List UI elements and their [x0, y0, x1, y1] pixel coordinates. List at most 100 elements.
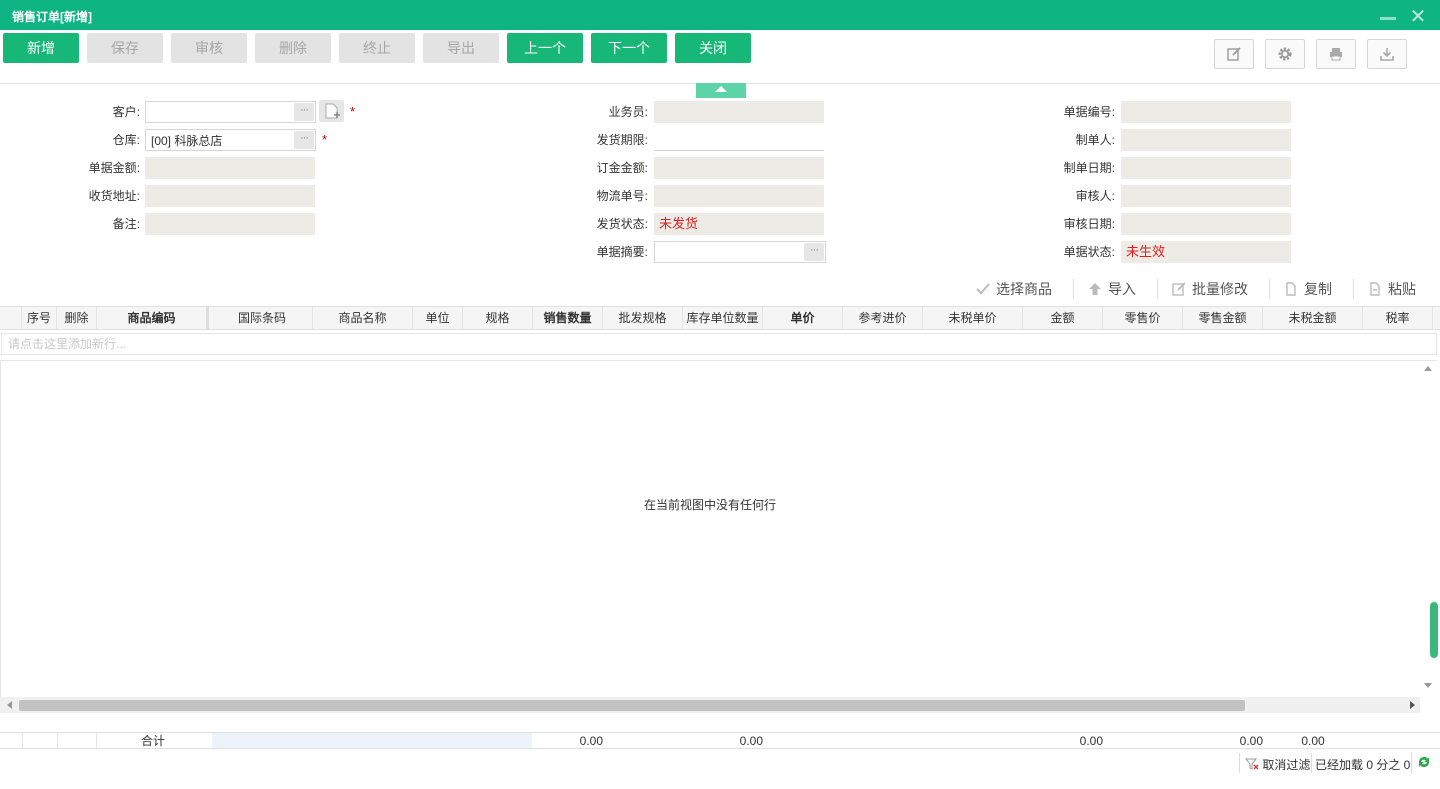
refresh-button[interactable] [1416, 754, 1432, 773]
edit-icon [1172, 282, 1186, 296]
audit-button[interactable]: 审核 [171, 33, 247, 63]
shipping-address-field[interactable] [145, 185, 315, 207]
scroll-down-icon[interactable] [1424, 683, 1432, 688]
total-stock-unit-qty: 0.00 [739, 734, 763, 748]
edit-toolbar-button[interactable] [1214, 39, 1254, 69]
close-icon[interactable]: ✕ [1408, 7, 1428, 27]
tracking-number-label: 物流单号: [596, 189, 648, 203]
settings-toolbar-button[interactable] [1265, 39, 1305, 69]
export-button[interactable]: 导出 [423, 33, 499, 63]
add-customer-button[interactable] [319, 100, 344, 122]
next-button[interactable]: 下一个 [591, 33, 667, 63]
horizontal-scroll-thumb[interactable] [19, 700, 1245, 711]
column-header[interactable]: 零售金额 [1183, 307, 1263, 330]
customer-lookup-button[interactable]: ··· [294, 103, 314, 121]
warehouse-input[interactable]: [00] 科脉总店 ··· [145, 129, 316, 151]
document-number-field [1121, 101, 1291, 123]
column-header[interactable]: 单价 [763, 307, 843, 330]
remark-label: 备注: [112, 217, 140, 231]
order-amount-label: 单据金额: [88, 161, 140, 175]
add-document-icon [325, 103, 340, 119]
delete-button[interactable]: 删除 [255, 33, 331, 63]
remark-field[interactable] [145, 213, 315, 235]
ship-deadline-field[interactable] [654, 129, 824, 151]
arrow-up-icon [1089, 283, 1101, 295]
shipping-address-label: 收货地址: [88, 189, 140, 203]
minimize-icon[interactable] [1380, 17, 1396, 20]
column-header[interactable]: 金额 [1023, 307, 1103, 330]
edit-icon [1227, 47, 1241, 61]
print-toolbar-button[interactable] [1316, 39, 1356, 69]
download-icon [1380, 48, 1394, 61]
order-amount-field [145, 157, 315, 179]
refresh-icon [1419, 757, 1429, 767]
grid-header: 序号 删除 商品编码 国际条码 商品名称 单位 规格 销售数量 批发规格 库存单… [0, 306, 1440, 330]
copy-icon [1286, 282, 1296, 296]
batch-edit-button[interactable]: 批量修改 [1172, 278, 1248, 300]
window-title: 销售订单[新增] [12, 10, 92, 24]
creator-label: 制单人: [1075, 133, 1115, 147]
warehouse-required-mark: * [322, 132, 328, 147]
scroll-right-icon[interactable] [1410, 701, 1415, 709]
terminate-button[interactable]: 终止 [339, 33, 415, 63]
column-header[interactable]: 未税金额 [1263, 307, 1363, 330]
customer-label: 客户: [112, 105, 140, 119]
collapse-header-toggle[interactable] [696, 83, 746, 98]
column-header[interactable]: 销售数量 [533, 307, 603, 330]
total-retail-amount: 0.00 [1239, 734, 1263, 748]
customer-input[interactable]: ··· [145, 101, 316, 123]
salesperson-field[interactable] [654, 101, 824, 123]
select-goods-button[interactable]: 选择商品 [976, 278, 1052, 300]
column-header[interactable]: 商品名称 [313, 307, 413, 330]
previous-button[interactable]: 上一个 [507, 33, 583, 63]
column-header[interactable]: 规格 [463, 307, 533, 330]
vertical-scroll-thumb[interactable] [1430, 602, 1438, 658]
tracking-number-field[interactable] [654, 185, 824, 207]
warehouse-lookup-button[interactable]: ··· [294, 131, 314, 149]
column-header[interactable]: 库存单位数量 [683, 307, 763, 330]
scroll-left-icon[interactable] [7, 701, 12, 709]
paste-icon [1370, 282, 1380, 296]
summary-input[interactable]: ··· [654, 241, 826, 263]
filter-clear-icon [1244, 758, 1259, 770]
grid-body [0, 360, 1437, 698]
column-header[interactable]: 商品编码 [97, 307, 209, 330]
toolbar: 新增 保存 审核 删除 终止 导出 上一个 下一个 关闭 [0, 30, 1440, 84]
new-button[interactable]: 新增 [3, 33, 79, 63]
column-header[interactable]: 删除 [57, 307, 97, 330]
column-header[interactable]: 批发规格 [603, 307, 683, 330]
column-header[interactable]: 国际条码 [212, 307, 313, 330]
document-status-field: 未生效 [1121, 241, 1291, 263]
scroll-up-icon[interactable] [1424, 366, 1432, 371]
copy-button[interactable]: 复制 [1284, 278, 1332, 300]
gear-icon [1278, 47, 1292, 61]
salesperson-label: 业务员: [608, 105, 648, 119]
column-header[interactable]: 零售价 [1103, 307, 1183, 330]
summary-label: 单据摘要: [596, 245, 648, 259]
summary-lookup-button[interactable]: ··· [804, 243, 824, 261]
close-button[interactable]: 关闭 [675, 33, 751, 63]
save-button[interactable]: 保存 [87, 33, 163, 63]
cancel-filter-button[interactable]: 取消过滤 [1244, 756, 1310, 773]
create-date-label: 制单日期: [1063, 161, 1115, 175]
import-button[interactable]: 导入 [1088, 278, 1136, 300]
empty-grid-message: 在当前视图中没有任何行 [643, 498, 776, 512]
paste-button[interactable]: 粘贴 [1368, 278, 1416, 300]
column-header[interactable]: 单位 [413, 307, 463, 330]
creator-field [1121, 129, 1291, 151]
printer-icon [1330, 48, 1342, 61]
add-new-row[interactable]: 请点击这里添加新行... [1, 333, 1437, 355]
column-header[interactable]: 序号 [22, 307, 57, 330]
deposit-amount-field[interactable] [654, 157, 824, 179]
document-status-label: 单据状态: [1063, 245, 1115, 259]
auditor-label: 审核人: [1075, 189, 1115, 203]
document-number-label: 单据编号: [1063, 105, 1115, 119]
title-bar: 销售订单[新增] ✕ [0, 0, 1440, 30]
check-icon [976, 283, 990, 295]
warehouse-label: 仓库: [112, 133, 140, 147]
download-toolbar-button[interactable] [1367, 39, 1407, 69]
column-header[interactable]: 参考进价 [843, 307, 923, 330]
deposit-amount-label: 订金金额: [596, 161, 648, 175]
column-header[interactable]: 未税单价 [923, 307, 1023, 330]
column-header[interactable]: 税率 [1363, 307, 1433, 330]
